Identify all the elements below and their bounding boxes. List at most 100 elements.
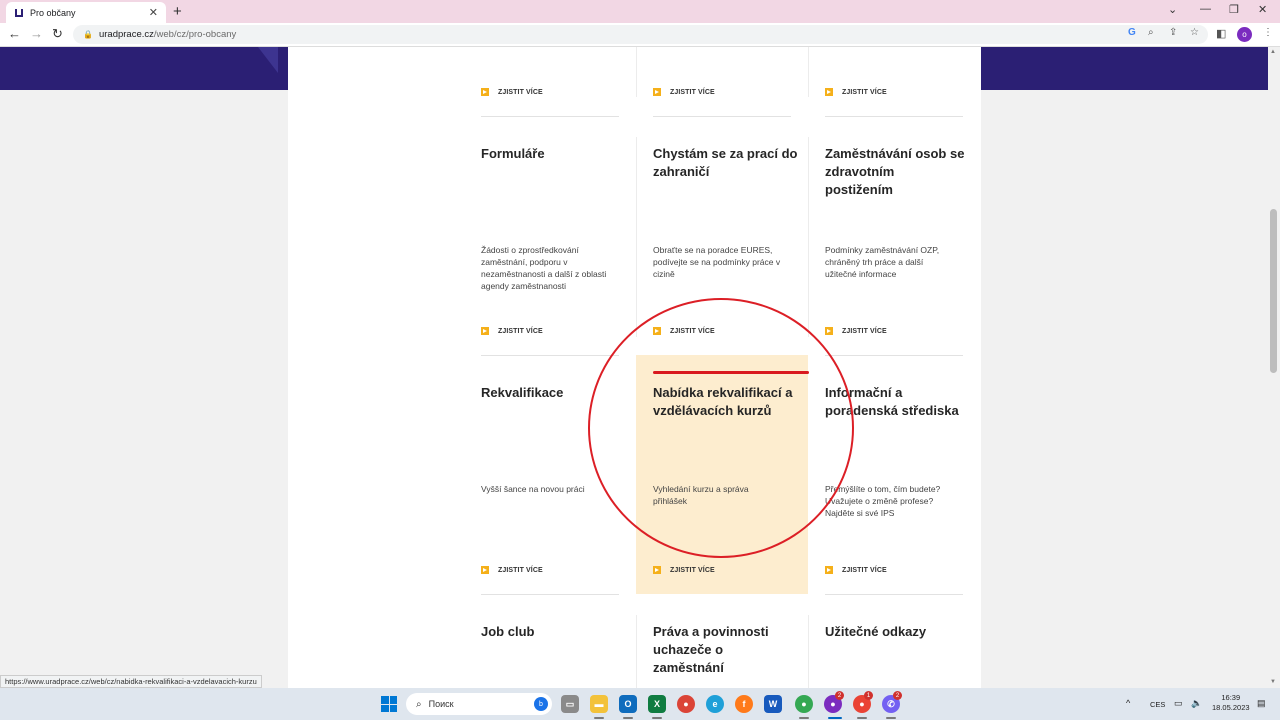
annotation-circle [588, 298, 854, 558]
more-link[interactable]: ZJISTIT VÍCE [481, 566, 543, 574]
card-desc: Žádosti o zprostředkování zaměstnání, po… [481, 245, 607, 291]
more-link[interactable]: ZJISTIT VÍCE [825, 327, 887, 335]
column-divider [808, 47, 809, 97]
arrow-bullet-icon [481, 566, 489, 574]
firefox-icon[interactable]: f [735, 695, 753, 713]
row-divider [825, 594, 963, 595]
zoom-icon[interactable]: ⌕ [1148, 27, 1154, 38]
menu-icon[interactable]: ⋮ [1263, 27, 1273, 38]
task-view-icon[interactable]: ▭ [561, 695, 579, 713]
google-translate-icon[interactable]: G [1128, 27, 1136, 38]
card-title-zahranici[interactable]: Chystám se za prací do zahraničí [653, 145, 803, 181]
running-indicator [886, 717, 896, 719]
reload-icon[interactable]: ↻ [52, 26, 63, 42]
running-indicator [799, 717, 809, 719]
excel-icon[interactable]: X [648, 695, 666, 713]
card-desc: Přemýšlíte o tom, čím budete? Uvažujete … [825, 484, 941, 518]
browser-tab[interactable]: Pro občany ✕ [6, 2, 166, 23]
chrome-profile-icon[interactable]: ● [795, 695, 813, 713]
column-divider [636, 47, 637, 97]
row-divider [481, 594, 619, 595]
browser-tabstrip: Pro občany ✕ + ⌄ — ❐ ✕ [0, 0, 1280, 23]
arrow-bullet-icon [825, 88, 833, 96]
card-title-uzitecne-odkazy[interactable]: Užitečné odkazy [825, 623, 975, 641]
network-icon[interactable]: ▭ [1174, 698, 1183, 709]
card-desc: Obraťte se na poradce EURES, podívejte s… [653, 245, 781, 279]
taskbar-clock[interactable]: 16:39 18.05.2023 [1212, 693, 1250, 713]
row-divider [825, 116, 963, 117]
address-bar[interactable]: 🔒 uradprace.cz/web/cz/pro-obcany [73, 25, 1208, 44]
bookmark-star-icon[interactable]: ☆ [1190, 27, 1199, 38]
close-tab-icon[interactable]: ✕ [149, 6, 158, 19]
uradprace-favicon-icon [15, 8, 23, 17]
header-band-right [981, 47, 1268, 90]
minimize-icon[interactable]: — [1200, 3, 1211, 15]
notifications-icon[interactable]: ▤ [1257, 698, 1266, 709]
more-link[interactable]: ZJISTIT VÍCE [481, 327, 543, 335]
scroll-down-icon[interactable]: ▼ [1270, 679, 1276, 685]
more-link[interactable]: ZJISTIT VÍCE [825, 88, 887, 96]
outlook-icon[interactable]: O [619, 695, 637, 713]
sidebar-icon[interactable]: ◧ [1216, 27, 1226, 40]
tray-chevron-icon[interactable]: ^ [1126, 698, 1130, 708]
row-divider [481, 355, 619, 356]
card-desc: Podmínky zaměstnávání OZP, chráněný trh … [825, 245, 940, 279]
arrow-bullet-icon [653, 566, 661, 574]
search-icon: ⌕ [416, 698, 422, 710]
card-title-job-club[interactable]: Job club [481, 623, 631, 641]
notification-badge: 2 [835, 691, 844, 700]
input-language[interactable]: CES [1150, 700, 1165, 709]
column-divider [636, 615, 637, 688]
taskbar-search[interactable]: ⌕ Поиск b [406, 693, 552, 715]
share-icon[interactable]: ⇪ [1169, 27, 1177, 38]
page-scrollbar[interactable]: ▲ ▼ [1268, 47, 1280, 688]
more-link[interactable]: ZJISTIT VÍCE [653, 566, 715, 574]
card-title-ozp[interactable]: Zaměstnávání osob se zdravotním postižen… [825, 145, 965, 199]
tab-search-icon[interactable]: ⌄ [1168, 3, 1177, 16]
new-tab-button[interactable]: + [173, 3, 182, 20]
header-band-left [0, 47, 288, 90]
back-icon[interactable]: ← [8, 26, 21, 41]
running-indicator [652, 717, 662, 719]
edge-icon[interactable]: e [706, 695, 724, 713]
running-indicator [828, 717, 842, 719]
card-title-formulare[interactable]: Formuláře [481, 145, 631, 163]
notification-badge: 2 [893, 691, 902, 700]
card-title-prava-povinnosti[interactable]: Práva a povinnosti uchazeče o zaměstnání [653, 623, 793, 677]
status-bar-url: https://www.uradprace.cz/web/cz/nabidka-… [0, 675, 262, 688]
clock-time: 16:39 [1221, 693, 1241, 702]
more-link[interactable]: ZJISTIT VÍCE [825, 566, 887, 574]
running-indicator [857, 717, 867, 719]
arrow-bullet-icon [481, 88, 489, 96]
start-button[interactable] [381, 696, 397, 712]
scroll-up-icon[interactable]: ▲ [1270, 49, 1276, 55]
url-path: /web/cz/pro-obcany [153, 29, 237, 40]
url-domain: uradprace.cz [98, 29, 154, 40]
column-divider [808, 615, 809, 688]
arrow-bullet-icon [653, 88, 661, 96]
arrow-bullet-icon [825, 566, 833, 574]
header-decoration [258, 47, 278, 73]
close-window-icon[interactable]: ✕ [1258, 3, 1267, 16]
chrome-icon[interactable]: ● [677, 695, 695, 713]
column-divider [636, 137, 637, 337]
word-icon[interactable]: W [764, 695, 782, 713]
notification-badge: 1 [864, 691, 873, 700]
arrow-bullet-icon [825, 327, 833, 335]
restore-icon[interactable]: ❐ [1229, 3, 1239, 16]
lock-icon: 🔒 [83, 30, 93, 39]
column-divider [808, 137, 809, 337]
row-divider [825, 355, 963, 356]
tab-title: Pro občany [30, 7, 76, 18]
forward-icon[interactable]: → [30, 26, 43, 41]
arrow-bullet-icon [481, 327, 489, 335]
more-link[interactable]: ZJISTIT VÍCE [481, 88, 543, 96]
running-indicator [623, 717, 633, 719]
more-link[interactable]: ZJISTIT VÍCE [653, 88, 715, 96]
scrollbar-thumb[interactable] [1270, 209, 1277, 373]
search-placeholder: Поиск [428, 699, 454, 709]
volume-icon[interactable]: 🔈 [1191, 698, 1202, 709]
profile-avatar[interactable]: o [1237, 27, 1252, 42]
file-explorer-icon[interactable]: ▬ [590, 695, 608, 713]
row-divider [481, 116, 619, 117]
